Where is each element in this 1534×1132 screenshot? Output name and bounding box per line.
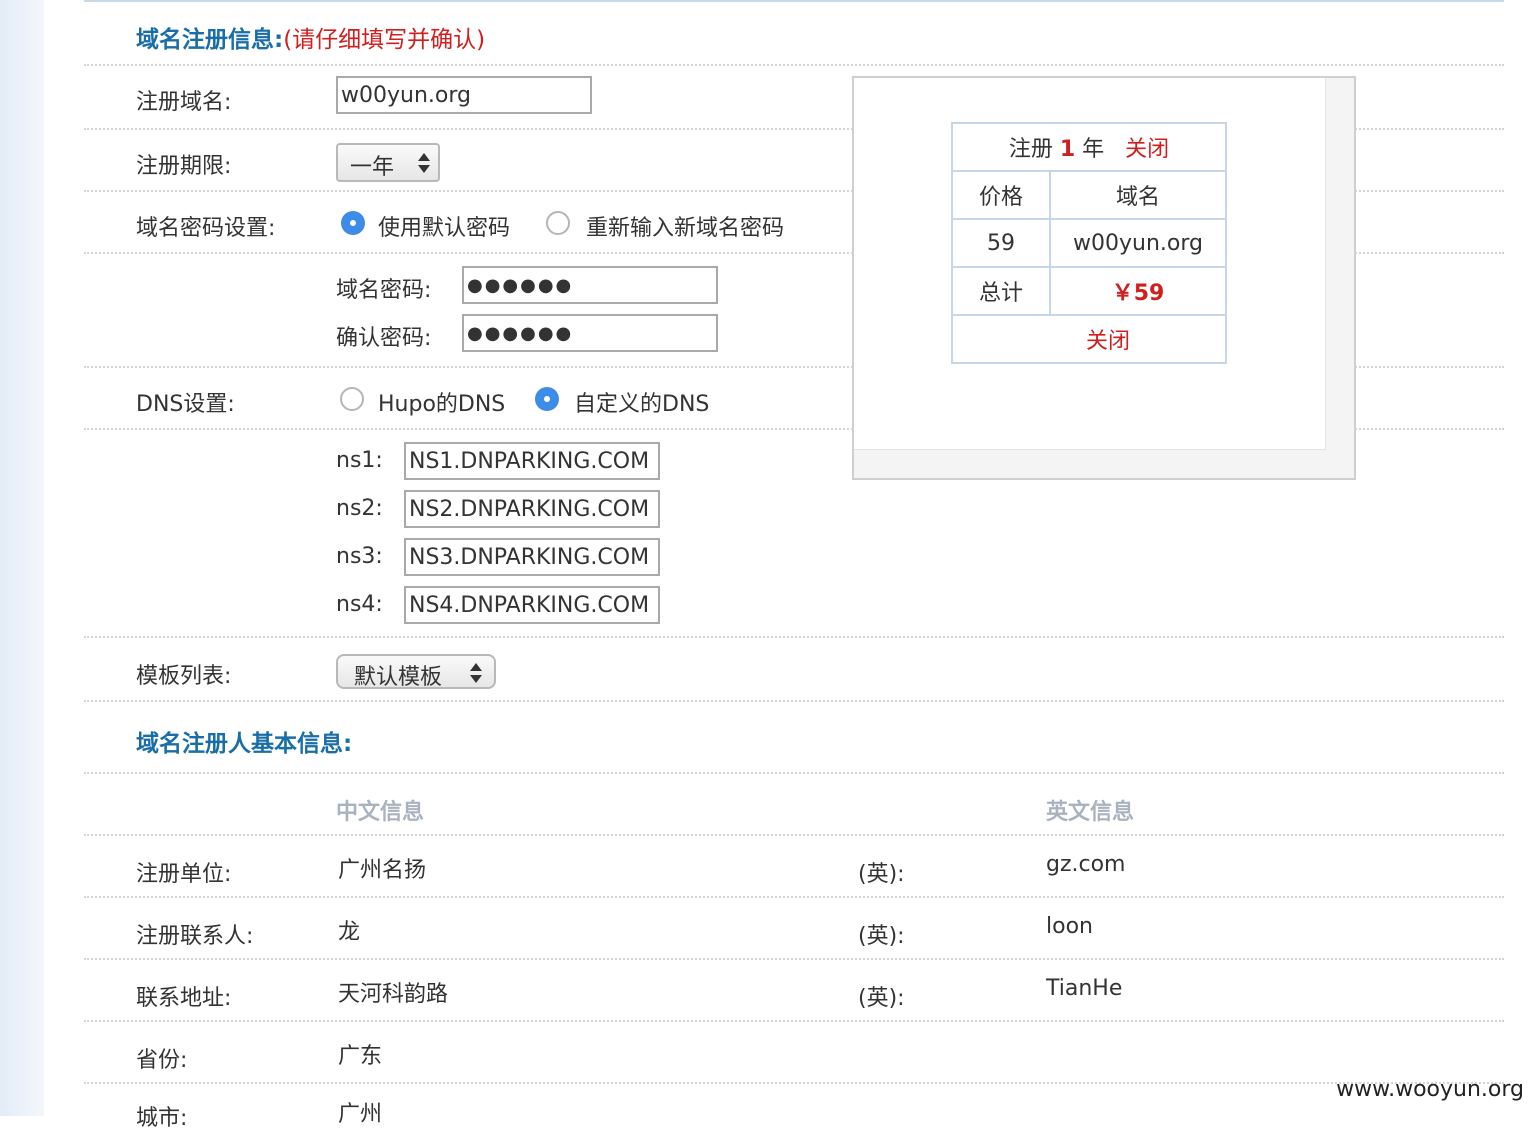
registrant-city-label: 城市:: [136, 1106, 188, 1131]
divider: [84, 636, 1504, 638]
column-header-english: 英文信息: [1046, 800, 1135, 825]
divider: [84, 958, 1504, 960]
ns3-input[interactable]: [404, 538, 660, 576]
registrant-contact-en-label: (英):: [858, 924, 905, 949]
divider: [84, 772, 1504, 774]
price-popup: 注册 1 年 关闭 价格 域名 59 w00yun.org 总计 ￥59 关闭: [852, 76, 1356, 480]
radio-custom-dns-label[interactable]: 自定义的DNS: [574, 386, 709, 418]
registrant-address-cn: 天河科韵路: [338, 982, 449, 1007]
confirm-password-label: 确认密码:: [336, 326, 432, 351]
popup-total-label: 总计: [951, 266, 1051, 316]
password-setting-label: 域名密码设置:: [136, 216, 276, 241]
popup-close-top-link[interactable]: 关闭: [1125, 137, 1169, 162]
registrant-province-cn: 广东: [338, 1044, 383, 1069]
watermark: www.wooyun.org: [1336, 1077, 1524, 1102]
select-arrows-icon: [418, 148, 430, 176]
popup-years: 1: [1059, 137, 1076, 162]
password-label: 域名密码:: [336, 278, 432, 303]
popup-domain-value: w00yun.org: [1049, 218, 1227, 268]
registrant-city-cn: 广州: [338, 1102, 383, 1127]
price-table: 注册 1 年 关闭 价格 域名 59 w00yun.org 总计 ￥59 关闭: [951, 122, 1227, 364]
domain-label: 注册域名:: [136, 90, 232, 115]
divider: [84, 896, 1504, 898]
period-label: 注册期限:: [136, 154, 232, 179]
popup-price-value: 59: [951, 218, 1051, 268]
registrant-province-label: 省份:: [136, 1048, 188, 1073]
registrant-org-en: gz.com: [1046, 852, 1126, 877]
template-label: 模板列表:: [136, 664, 232, 689]
column-header-chinese: 中文信息: [336, 800, 425, 825]
ns4-label: ns4:: [336, 592, 383, 617]
template-select[interactable]: 默认模板: [336, 654, 496, 690]
popup-close-bottom-link[interactable]: 关闭: [1048, 329, 1130, 354]
radio-hupo-dns-label[interactable]: Hupo的DNS: [378, 386, 505, 418]
popup-header-cell: 注册 1 年 关闭: [951, 122, 1227, 172]
radio-default-password[interactable]: [341, 211, 365, 235]
popup-vertical-scrollbar[interactable]: [1325, 78, 1354, 478]
divider: [84, 1020, 1504, 1022]
registrant-org-en-label: (英):: [858, 862, 905, 887]
radio-hupo-dns[interactable]: [340, 387, 364, 411]
ns2-input[interactable]: [404, 490, 660, 528]
popup-col-price: 价格: [951, 170, 1051, 220]
popup-reg-prefix: 注册: [1008, 137, 1053, 162]
registrant-org-cn: 广州名扬: [338, 858, 427, 883]
radio-default-password-label[interactable]: 使用默认密码: [378, 210, 510, 242]
popup-col-domain: 域名: [1049, 170, 1227, 220]
ns2-label: ns2:: [336, 496, 383, 521]
password-input[interactable]: [462, 266, 718, 304]
popup-total-value: ￥59: [1049, 266, 1227, 316]
registrant-address-label: 联系地址:: [136, 986, 232, 1011]
ns3-label: ns3:: [336, 544, 383, 569]
domain-input[interactable]: [336, 76, 592, 114]
radio-custom-dns[interactable]: [535, 387, 559, 411]
registrant-address-en-label: (英):: [858, 986, 905, 1011]
top-divider: [84, 0, 1504, 2]
ns1-label: ns1:: [336, 448, 383, 473]
radio-new-password-label[interactable]: 重新输入新域名密码: [586, 210, 784, 242]
registrant-address-en: TianHe: [1046, 976, 1123, 1001]
period-select[interactable]: 一年: [336, 143, 440, 182]
divider: [84, 64, 1504, 66]
section-title-text: 域名注册信息:: [136, 27, 284, 53]
popup-reg-suffix: 年: [1082, 137, 1105, 162]
divider: [84, 700, 1504, 702]
confirm-password-input[interactable]: [462, 314, 718, 352]
period-select-value: 一年: [350, 155, 395, 180]
popup-footer-cell: 关闭: [951, 314, 1227, 364]
left-background-bar: [0, 0, 44, 1116]
registrant-org-label: 注册单位:: [136, 862, 232, 887]
ns1-input[interactable]: [404, 442, 660, 480]
divider: [84, 1082, 1504, 1084]
template-select-value: 默认模板: [354, 665, 443, 690]
section-note: (请仔细填写并确认): [283, 27, 486, 53]
registrant-contact-label: 注册联系人:: [136, 924, 254, 949]
ns4-input[interactable]: [404, 586, 660, 624]
select-arrows-icon: [470, 658, 482, 686]
radio-new-password[interactable]: [546, 211, 570, 235]
divider: [84, 834, 1504, 836]
registrant-contact-cn: 龙: [338, 920, 361, 945]
registrant-contact-en: loon: [1046, 914, 1093, 939]
popup-horizontal-scrollbar[interactable]: [854, 449, 1326, 478]
dns-label: DNS设置:: [136, 392, 235, 417]
section-title-registrant-info: 域名注册人基本信息:: [136, 731, 353, 757]
section-title-domain-info: 域名注册信息:(请仔细填写并确认): [136, 20, 485, 54]
